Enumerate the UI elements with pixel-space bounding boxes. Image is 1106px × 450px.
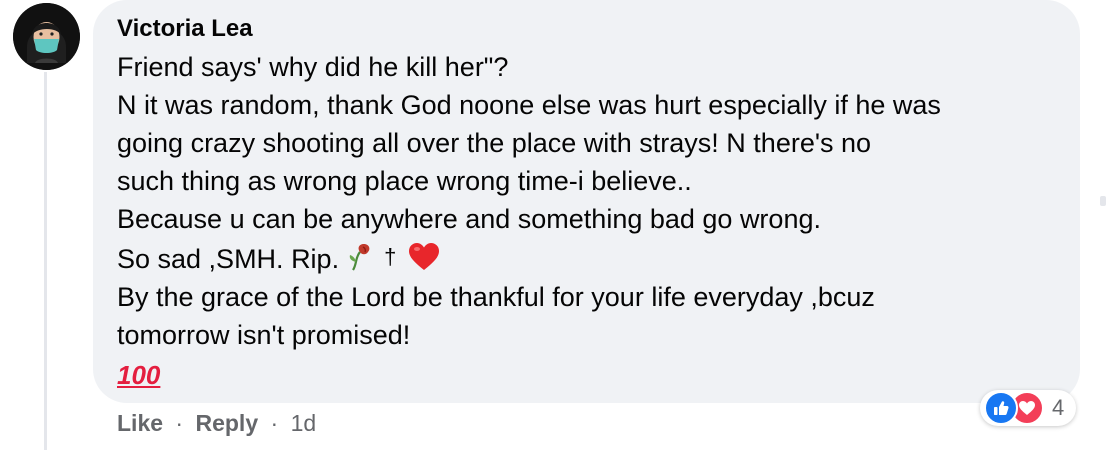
avatar-image [13,3,80,70]
comment-text: Friend says' why did he kill her"? N it … [117,48,1056,394]
comment-line: So sad ,SMH. Rip. [117,244,340,274]
comment-line: By the grace of the Lord be thankful for… [117,282,875,312]
comment-actions: Like · Reply · 1d [117,408,316,438]
comment-line: N it was random, thank God noone else wa… [117,90,941,120]
like-link[interactable]: Like [117,410,163,436]
heart-icon [408,243,439,270]
action-separator: · [270,410,279,436]
comment-line: tomorrow isn't promised! [117,320,411,350]
action-separator: · [175,410,184,436]
comment-line: Friend says' why did he kill her"? [117,52,509,82]
comment-author[interactable]: Victoria Lea [117,14,1056,44]
comment-bubble: Victoria Lea Friend says' why did he kil… [93,0,1080,403]
comment-line-emoji: So sad ,SMH. Rip. † [117,238,1056,278]
comment-line: such thing as wrong place wrong time-i b… [117,166,692,196]
reaction-count: 4 [1052,395,1065,420]
comment-line: going crazy shooting all over the place … [117,128,872,158]
adjacent-element-edge [1100,196,1106,206]
hundred-points-icon: 100 [117,360,161,390]
thread-line [44,72,47,450]
reply-link[interactable]: Reply [195,410,258,436]
wilted-rose-icon [349,244,370,271]
hundred-points-line: 100 [117,354,1056,394]
comment-line: Because u can be anywhere and something … [117,204,821,234]
like-reaction-icon [984,391,1018,425]
comment-timestamp[interactable]: 1d [291,410,317,436]
thumbs-up-icon [994,401,1009,415]
reactions-summary[interactable]: 4 [980,390,1077,426]
cross-symbol: † [384,244,397,269]
heart-reaction-icon [1019,401,1035,415]
avatar[interactable] [13,3,80,70]
